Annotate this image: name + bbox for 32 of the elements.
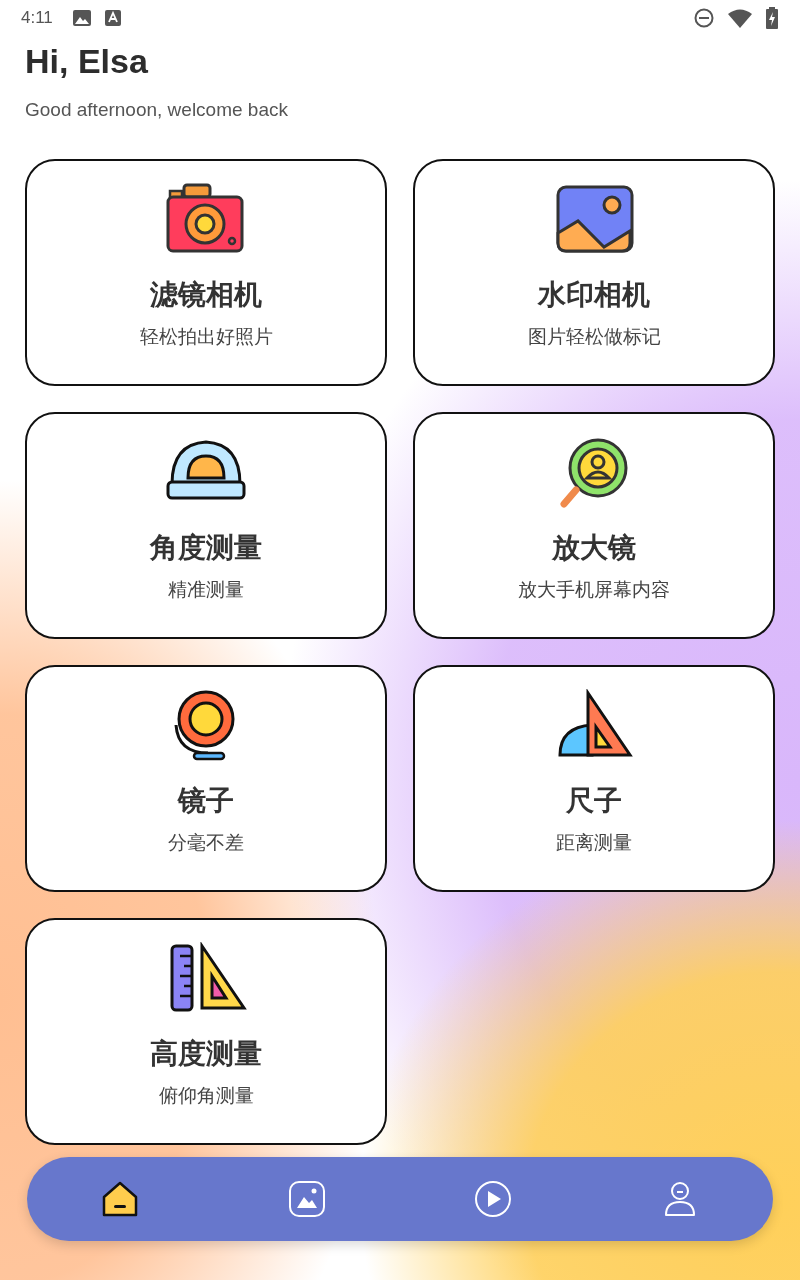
card-subtitle: 图片轻松做标记 bbox=[527, 325, 661, 349]
card-subtitle: 精准测量 bbox=[168, 578, 244, 602]
tool-card[interactable]: 放大镜 放大手机屏幕内容 bbox=[413, 412, 775, 639]
card-subtitle: 分毫不差 bbox=[168, 831, 244, 855]
card-title: 水印相机 bbox=[538, 278, 650, 312]
card-title: 角度测量 bbox=[150, 531, 262, 565]
status-time: 4:11 bbox=[21, 8, 53, 28]
tool-card[interactable]: 角度测量 精准测量 bbox=[25, 412, 387, 639]
wifi-icon bbox=[728, 8, 752, 28]
card-title: 尺子 bbox=[566, 784, 622, 818]
tool-card[interactable]: 镜子 分毫不差 bbox=[25, 665, 387, 892]
image-icon[interactable] bbox=[287, 1180, 326, 1218]
card-subtitle: 俯仰角测量 bbox=[158, 1084, 254, 1108]
card-title: 高度测量 bbox=[150, 1037, 262, 1071]
home-icon[interactable] bbox=[101, 1180, 140, 1218]
card-subtitle: 轻松拍出好照片 bbox=[139, 325, 273, 349]
image-icon bbox=[72, 10, 91, 26]
font-icon bbox=[104, 10, 121, 26]
card-title: 放大镜 bbox=[552, 531, 636, 565]
card-subtitle: 放大手机屏幕内容 bbox=[518, 578, 670, 602]
greeting-subtitle: Good afternoon, welcome back bbox=[25, 99, 289, 121]
battery-icon bbox=[766, 7, 778, 29]
card-subtitle: 距离测量 bbox=[556, 831, 632, 855]
play-icon[interactable] bbox=[474, 1180, 513, 1218]
card-title: 镜子 bbox=[178, 784, 234, 818]
tool-card[interactable]: 尺子 距离测量 bbox=[413, 665, 775, 892]
tool-card[interactable]: 滤镜相机 轻松拍出好照片 bbox=[25, 159, 387, 386]
do-not-disturb-icon bbox=[694, 8, 714, 28]
tool-card[interactable]: 水印相机 图片轻松做标记 bbox=[413, 159, 775, 386]
greeting-title: Hi, Elsa bbox=[25, 42, 149, 81]
tool-card[interactable]: 高度测量 俯仰角测量 bbox=[25, 918, 387, 1145]
card-title: 滤镜相机 bbox=[150, 278, 262, 312]
